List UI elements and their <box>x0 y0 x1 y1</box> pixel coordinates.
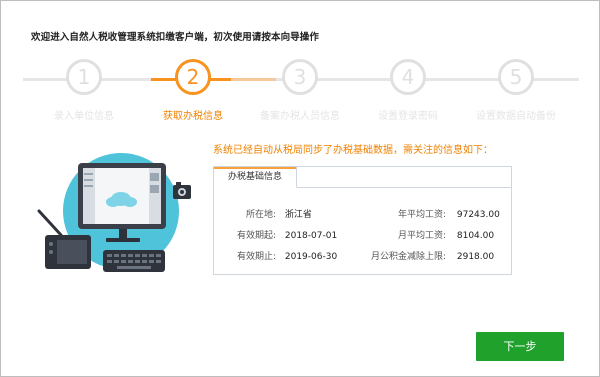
tax-info-panel: 办税基础信息 所在地: 浙江省 有效期起: 2018-07-01 有效期止: 2… <box>213 166 512 275</box>
sync-notice: 系统已经自动从税局同步了办税基础数据，需关注的信息如下： <box>213 145 493 156</box>
wizard-window: 欢迎进入自然人税收管理系统扣缴客户端，初次使用请按本向导操作 1 2 3 4 5… <box>0 0 600 377</box>
step-4-circle: 4 <box>390 59 426 95</box>
next-step-button[interactable]: 下一步 <box>476 332 564 361</box>
drawing-tablet-icon <box>45 235 91 269</box>
stylus-pen-icon <box>37 209 63 237</box>
info-value: 2019-06-30 <box>284 252 338 262</box>
step-2-circle: 2 <box>175 59 211 95</box>
info-key: 年平均工资: <box>397 210 446 220</box>
info-row-housing-fund-cap: 月公积金减除上限: 2918.00 <box>354 249 494 262</box>
info-key: 有效期起: <box>236 231 276 241</box>
info-value: 97243.00 <box>456 210 500 220</box>
camera-icon <box>173 182 191 199</box>
step-1-label: 录入单位信息 <box>54 111 114 122</box>
tab-tax-basic-info[interactable]: 办税基础信息 <box>214 167 297 188</box>
info-row-valid-from: 有效期起: 2018-07-01 <box>228 228 337 241</box>
wizard-title: 欢迎进入自然人税收管理系统扣缴客户端，初次使用请按本向导操作 <box>31 32 320 43</box>
info-row-location: 所在地: 浙江省 <box>228 207 312 220</box>
step-5-label: 设置数据自动备份 <box>476 111 556 122</box>
info-value: 浙江省 <box>284 210 312 220</box>
info-row-annual-avg-wage: 年平均工资: 97243.00 <box>354 207 500 220</box>
info-value: 2018-07-01 <box>284 231 338 241</box>
panel-tab-divider <box>297 187 511 188</box>
info-value: 8104.00 <box>456 231 495 241</box>
step-5-circle: 5 <box>498 59 534 95</box>
step-4-label: 设置登录密码 <box>378 111 438 122</box>
info-key: 月平均工资: <box>397 231 446 241</box>
keyboard-icon <box>103 250 165 272</box>
workstation-illustration <box>37 153 191 272</box>
step-2-label: 获取办税信息 <box>163 111 223 122</box>
info-key: 月公积金减除上限: <box>370 252 446 262</box>
info-key: 有效期止: <box>236 252 276 262</box>
info-key: 所在地: <box>245 210 276 220</box>
step-1-circle: 1 <box>66 59 102 95</box>
step-3-circle: 3 <box>282 59 318 95</box>
info-row-monthly-avg-wage: 月平均工资: 8104.00 <box>354 228 494 241</box>
info-value: 2918.00 <box>456 252 495 262</box>
step-progress: 1 2 3 4 5 录入单位信息 获取办税信息 备案办税人员信息 设置登录密码 … <box>1 56 600 126</box>
info-row-valid-to: 有效期止: 2019-06-30 <box>228 249 337 262</box>
step-3-label: 备案办税人员信息 <box>260 111 340 122</box>
